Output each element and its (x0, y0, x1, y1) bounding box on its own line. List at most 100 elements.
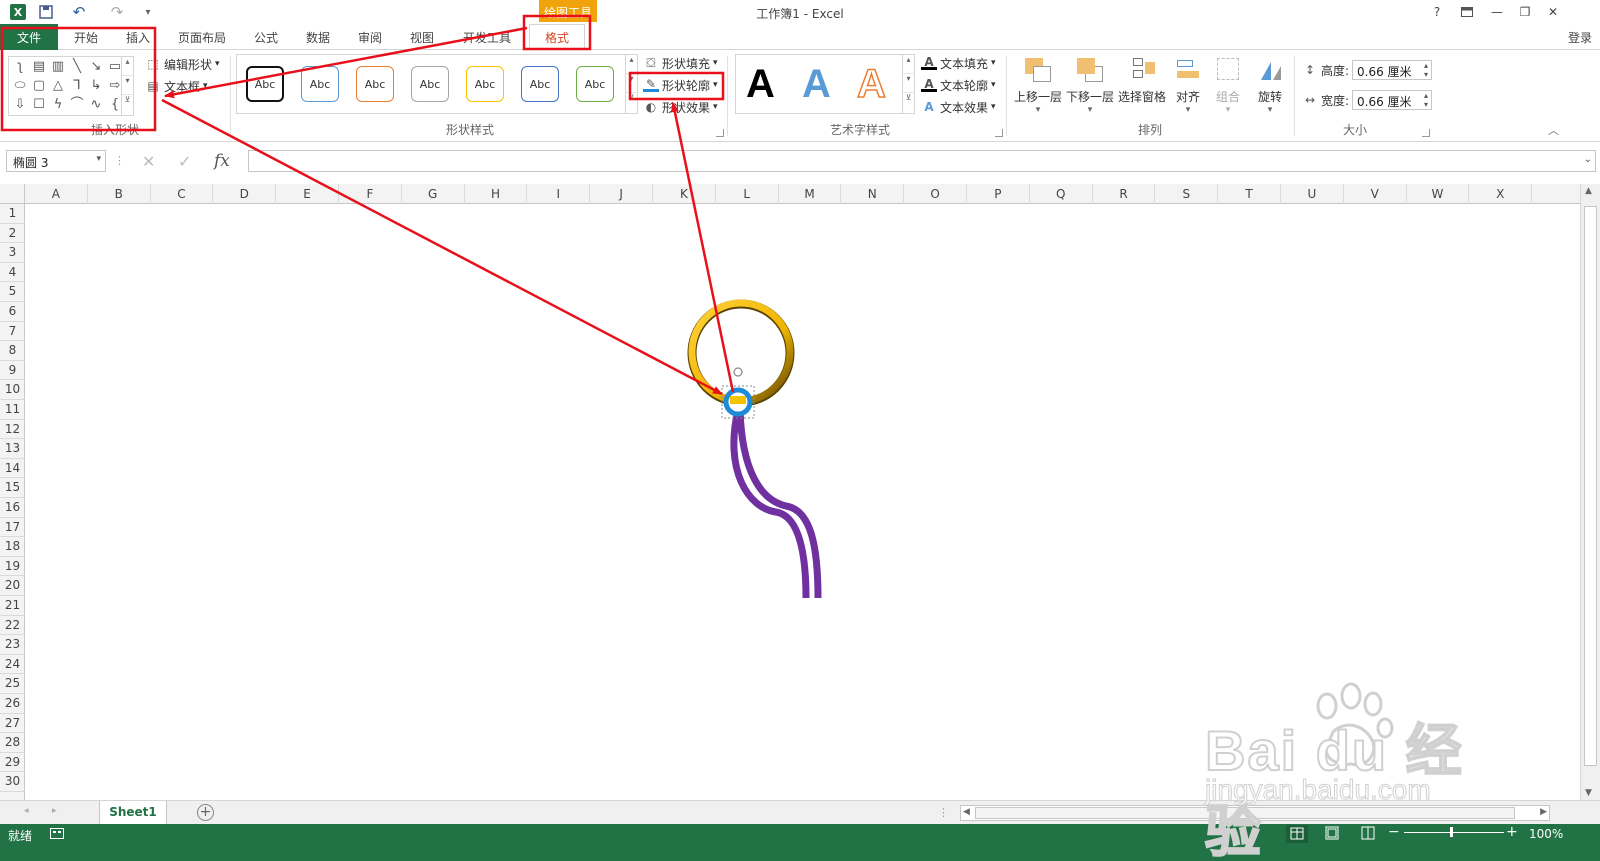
formula-input[interactable]: ⌄ (248, 150, 1596, 172)
tab-view[interactable]: 视图 (400, 24, 444, 50)
insert-function-icon[interactable]: fx (214, 151, 230, 171)
column-header-cell[interactable]: N (841, 184, 905, 204)
vertical-scroll-thumb[interactable] (1584, 206, 1597, 766)
row-header-cell[interactable]: 20 (0, 576, 25, 596)
shape-line-icon[interactable]: ╲ (68, 59, 86, 75)
shape-width-input[interactable]: 0.66 厘米 ▴ ▾ (1352, 90, 1432, 110)
column-header-cell[interactable]: O (904, 184, 967, 204)
column-header-cell[interactable]: C (151, 184, 214, 204)
name-box[interactable]: 椭圆 3 ▾ (6, 150, 106, 172)
tab-format[interactable]: 格式 (529, 24, 585, 50)
shape-oval-icon[interactable]: ⬭ (11, 78, 29, 94)
row-header-cell[interactable]: 16 (0, 498, 25, 518)
height-spinner-icon[interactable]: ▴ ▾ (1424, 61, 1428, 79)
vertical-scrollbar[interactable]: ▲ ▼ (1580, 184, 1600, 800)
shape-styles-launcher-icon[interactable] (716, 129, 724, 137)
tab-file[interactable]: 文件 (0, 24, 58, 50)
row-header-cell[interactable]: 7 (0, 322, 25, 342)
shape-rounded-rect-icon[interactable]: ▢ (30, 78, 48, 94)
row-header-cell[interactable]: 10 (0, 380, 25, 400)
row-header-cell[interactable]: 26 (0, 694, 25, 714)
column-header-cell[interactable]: J (590, 184, 653, 204)
row-header-cell[interactable]: 12 (0, 420, 25, 440)
column-header-cell[interactable]: D (213, 184, 277, 204)
next-sheet-icon[interactable]: ▸ (52, 806, 57, 816)
row-header-cell[interactable]: 14 (0, 459, 25, 479)
row-header-cell[interactable]: 18 (0, 537, 25, 557)
shape-style-blue[interactable]: Abc (301, 66, 339, 102)
sheet-tab-sheet1[interactable]: Sheet1 (99, 801, 167, 825)
column-header-cell[interactable]: L (716, 184, 779, 204)
column-header-cell[interactable]: U (1281, 184, 1344, 204)
shape-textbox-icon[interactable]: ▤ (30, 59, 48, 75)
edit-shape-button[interactable]: ⬚ 编辑形状 ▾ (145, 54, 219, 74)
add-sheet-icon[interactable]: + (197, 804, 214, 821)
column-header-cell[interactable]: H (465, 184, 528, 204)
shape-style-green[interactable]: Abc (576, 66, 614, 102)
row-header-cell[interactable]: 27 (0, 714, 25, 734)
macro-record-icon[interactable] (50, 826, 64, 843)
row-header-cell[interactable]: 11 (0, 400, 25, 420)
tab-data[interactable]: 数据 (296, 24, 340, 50)
tab-review[interactable]: 审阅 (348, 24, 392, 50)
tab-split-grip-icon[interactable]: ⋮ (938, 806, 949, 819)
gallery-more-icon[interactable]: ⊻ (903, 93, 914, 112)
row-header-cell[interactable]: 17 (0, 518, 25, 538)
shape-arrow-line-icon[interactable]: ↘ (87, 59, 105, 75)
prev-sheet-icon[interactable]: ◂ (24, 806, 29, 816)
column-header-cell[interactable]: K (653, 184, 716, 204)
row-header-cell[interactable]: 9 (0, 361, 25, 381)
scroll-left-icon[interactable]: ◀ (963, 807, 970, 817)
shape-fill-button[interactable]: ⛋ 形状填充 ▾ (643, 53, 717, 73)
column-header-cell[interactable]: R (1093, 184, 1156, 204)
shapes-gallery-scroll[interactable]: ▴ ▾ ⊻ (121, 57, 133, 115)
tab-insert[interactable]: 插入 (115, 24, 161, 50)
column-header-cell[interactable]: Q (1030, 184, 1093, 204)
shape-freeform-icon[interactable]: ʅ (11, 59, 29, 75)
column-header-cell[interactable]: F (339, 184, 402, 204)
shape-outline-button[interactable]: ✎ 形状轮廓 ▾ (643, 75, 718, 95)
help-button[interactable]: ? (1426, 3, 1448, 21)
row-header-cell[interactable]: 23 (0, 635, 25, 655)
select-all-corner[interactable] (0, 184, 25, 204)
shape-curve-icon[interactable]: ∿ (87, 97, 105, 113)
column-header-cell[interactable]: V (1344, 184, 1407, 204)
row-header-cell[interactable]: 25 (0, 674, 25, 694)
text-effects-button[interactable]: A 文本效果 ▾ (921, 97, 995, 117)
align-button[interactable]: 对齐 ▾ (1170, 56, 1206, 118)
row-header-cell[interactable]: 13 (0, 439, 25, 459)
shape-down-arrow-icon[interactable]: ⇩ (11, 97, 29, 113)
scroll-up-icon[interactable]: ▴ (122, 57, 133, 77)
column-header-cell[interactable]: M (779, 184, 842, 204)
sign-in-link[interactable]: 登录 (1568, 29, 1592, 46)
scroll-down-icon[interactable]: ▾ (626, 74, 637, 94)
column-header-cell[interactable]: B (88, 184, 151, 204)
column-header-cell[interactable]: X (1469, 184, 1533, 204)
column-header-cell[interactable]: T (1218, 184, 1281, 204)
scroll-down-icon[interactable]: ▼ (1585, 788, 1592, 798)
tab-formulas[interactable]: 公式 (244, 24, 288, 50)
group-button[interactable]: 组合 ▾ (1210, 56, 1246, 118)
row-header-cell[interactable]: 6 (0, 302, 25, 322)
shape-style-black[interactable]: Abc (246, 66, 284, 102)
chevron-down-icon[interactable]: ▾ (96, 154, 101, 164)
size-launcher-icon[interactable] (1422, 129, 1430, 137)
wordart-launcher-icon[interactable] (995, 129, 1003, 137)
tab-page-layout[interactable]: 页面布局 (168, 24, 236, 50)
shape-style-gold[interactable]: Abc (466, 66, 504, 102)
rotate-button[interactable]: 旋转 ▾ (1252, 56, 1288, 118)
row-header-cell[interactable]: 4 (0, 263, 25, 283)
wordart-gallery-scroll[interactable]: ▴ ▾ ⊻ (902, 55, 914, 113)
styles-gallery-scroll[interactable]: ▴ ▾ ⊻ (625, 55, 637, 113)
column-header-cell[interactable]: G (402, 184, 465, 204)
tab-developer[interactable]: 开发工具 (452, 24, 522, 50)
row-header-cell[interactable]: 19 (0, 557, 25, 577)
row-header-cell[interactable]: 2 (0, 224, 25, 244)
row-header-cell[interactable]: 30 (0, 772, 25, 792)
wordart-style-orange-outline[interactable]: A (856, 61, 886, 107)
row-header-cell[interactable]: 21 (0, 596, 25, 616)
gallery-more-icon[interactable]: ⊻ (626, 93, 637, 112)
shape-style-dark-blue[interactable]: Abc (521, 66, 559, 102)
scroll-up-icon[interactable]: ▲ (1585, 186, 1592, 196)
restore-button[interactable]: ❐ (1514, 3, 1536, 21)
